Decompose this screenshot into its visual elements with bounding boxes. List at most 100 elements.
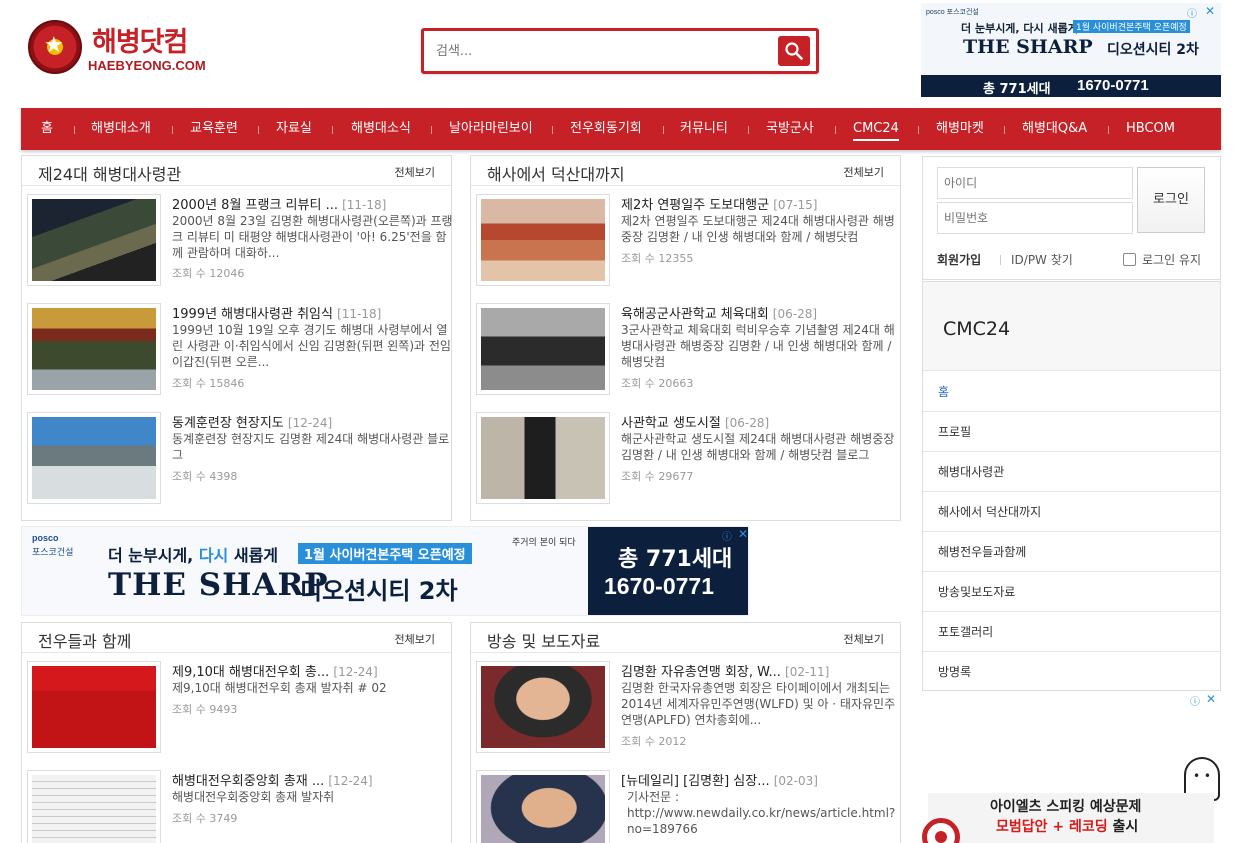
thumbnail[interactable] [27, 412, 161, 504]
side-item-comrades[interactable]: 해병전우들과함께 [923, 532, 1220, 572]
id-input[interactable] [937, 167, 1133, 199]
list-item[interactable]: 해병대전우회중앙회 총재 ... [12-24] 해병대전우회중앙회 총재 발자… [27, 770, 452, 843]
nav-item-community[interactable]: 커뮤니티 [680, 108, 728, 150]
item-title[interactable]: 해병대전우회중앙회 총재 ... [12-24] [172, 770, 373, 789]
item-title[interactable]: 2000년 8월 프랭크 리뷰티 ... [11-18] [172, 194, 386, 213]
ad-brand: THE SHARP [963, 36, 1093, 58]
nav-item-market[interactable]: 해병마켓 [936, 108, 984, 150]
nav-item-home[interactable]: 홈 [41, 108, 53, 150]
list-item[interactable]: 2000년 8월 프랭크 리뷰티 ... [11-18] 2000년 8월 23… [27, 194, 453, 292]
marine-emblem-icon [28, 20, 82, 74]
keep-login-label[interactable]: 로그인 유지 [1142, 251, 1201, 268]
list-item[interactable]: 동계훈련장 현장지도 [12-24] 동계훈련장 현장지도 김명환 제24대 해… [27, 412, 452, 510]
list-item[interactable]: 제2차 연평일주 도보대행군 [07-15] 제2차 연평일주 도보대행군 제2… [476, 194, 901, 292]
item-title[interactable]: 육해공군사관학교 체육대회 [06-28] [621, 303, 817, 322]
thumbnail[interactable] [27, 770, 161, 843]
ad-city: 디오션시티 2차 [1107, 42, 1199, 58]
nav-item-about[interactable]: 해병대소개 [91, 108, 151, 150]
thumbnail[interactable] [476, 412, 610, 504]
mid-banner-ad[interactable]: posco 포스코건설 더 눈부시게, 다시 새롭게 1월 사이버견본주택 오픈… [21, 526, 749, 616]
top-banner-ad[interactable]: posco 포스코건설 더 눈부시게, 다시 새롭게 1월 사이버견본주택 오픈… [921, 3, 1221, 97]
item-views: 조회 수 15846 [172, 377, 245, 390]
item-desc: 3군사관학교 체육대회 럭비우승후 기념촬영 제24대 해병대사령관 해병중장 … [621, 323, 895, 369]
thumbnail[interactable] [476, 770, 610, 843]
side-banner-ad[interactable]: 아이엘츠 스피킹 예상문제 모범답안 + 레코딩 출시 [928, 793, 1214, 843]
ad-info-icon[interactable]: ⓘ [1190, 693, 1200, 708]
item-views: 조회 수 4398 [172, 470, 238, 483]
item-title[interactable]: 1999년 해병대사령관 취임식 [11-18] [172, 303, 381, 322]
list-item[interactable]: 육해공군사관학교 체육대회 [06-28] 3군사관학교 체육대회 럭비우승후 … [476, 303, 901, 401]
ad-info-icon[interactable]: ⓘ [1187, 5, 1197, 20]
item-title[interactable]: 김명환 자유총연맹 회장, W... [02-11] [621, 661, 829, 680]
nav-item-cmc24[interactable]: CMC24 [853, 108, 899, 150]
thumbnail[interactable] [476, 303, 610, 395]
thumbnail[interactable] [476, 661, 610, 753]
panel-commandant: 제24대 해병대사령관 전체보기 2000년 8월 프랭크 리뷰티 ... [1… [21, 155, 453, 521]
find-idpw-link[interactable]: ID/PW 찾기 [1011, 251, 1073, 268]
ad-phone: 1670-0771 [604, 573, 714, 599]
item-title[interactable]: [뉴데일리] [김명환] 심장... [02-03] [621, 770, 818, 789]
search-box [421, 28, 819, 74]
search-button[interactable] [778, 36, 810, 66]
list-item[interactable]: [뉴데일리] [김명환] 심장... [02-03] 기사전문 : http:/… [476, 770, 901, 843]
ad-close-icon[interactable]: ✕ [1205, 4, 1215, 18]
thumbnail[interactable] [27, 194, 161, 286]
list-item[interactable]: 사관학교 생도시절 [06-28] 해군사관학교 생도시절 제24대 해병대사령… [476, 412, 901, 510]
side-item-commandant[interactable]: 해병대사령관 [923, 452, 1220, 492]
item-title[interactable]: 동계훈련장 현장지도 [12-24] [172, 412, 332, 431]
view-all-link[interactable]: 전체보기 [844, 631, 884, 647]
side-item-academy[interactable]: 해사에서 덕산대까지 [923, 492, 1220, 532]
keep-login-checkbox[interactable] [1123, 253, 1136, 266]
view-all-link[interactable]: 전체보기 [395, 164, 435, 180]
ad-advertiser-kr: 포스코건설 [32, 548, 74, 558]
password-input[interactable] [937, 202, 1133, 234]
nav-item-veterans[interactable]: 전우회동기회 [570, 108, 642, 150]
nav-item-defense[interactable]: 국방군사 [766, 108, 814, 150]
ad-units: 총 771세대 [618, 547, 733, 572]
side-item-gallery[interactable]: 포토갤러리 [923, 612, 1220, 652]
panel-title: 제24대 해병대사령관 [38, 165, 182, 184]
nav-item-marineboy[interactable]: 날아라마린보이 [449, 108, 533, 150]
item-desc: 제2차 연평일주 도보대행군 제24대 해병대사령관 해병중장 김명환 / 내 … [621, 214, 895, 244]
site-logo[interactable]: 해병닷컴 HAEBYEONG.COM [28, 20, 208, 78]
search-input[interactable] [436, 40, 766, 62]
nav-item-news[interactable]: 해병대소식 [351, 108, 411, 150]
nav-item-archive[interactable]: 자료실 [276, 108, 312, 150]
ad-info-icon[interactable]: ⓘ [722, 528, 732, 543]
side-item-profile[interactable]: 프로필 [923, 412, 1220, 452]
ad-close-icon[interactable]: ✕ [738, 527, 748, 541]
side-item-guestbook[interactable]: 방명록 [923, 652, 1220, 692]
nav-item-training[interactable]: 교육훈련 [190, 108, 238, 150]
thumbnail[interactable] [27, 661, 161, 753]
item-views: 조회 수 12046 [172, 267, 245, 280]
item-desc: 해군사관학교 생도시절 제24대 해병대사령관 해병중장 김명환 / 내 인생 … [621, 432, 895, 462]
list-item[interactable]: 1999년 해병대사령관 취임식 [11-18] 1999년 10월 19일 오… [27, 303, 452, 401]
item-desc: 제9,10대 해병대전우회 총재 발자취 # 02 [172, 681, 387, 695]
side-item-home[interactable]: 홈 [923, 372, 1220, 412]
list-item[interactable]: 김명환 자유총연맹 회장, W... [02-11] 김명환 한국자유총연맹 회… [476, 661, 901, 759]
ad-close-icon[interactable]: ✕ [1206, 692, 1216, 706]
login-button[interactable]: 로그인 [1137, 167, 1205, 233]
nav-item-qna[interactable]: 해병대Q&A [1022, 108, 1087, 150]
thumbnail[interactable] [27, 303, 161, 395]
list-item[interactable]: 제9,10대 해병대전우회 총... [12-24] 제9,10대 해병대전우회… [27, 661, 452, 759]
panel-academy: 해사에서 덕산대까지 전체보기 제2차 연평일주 도보대행군 [07-15] 제… [470, 155, 901, 521]
thumbnail[interactable] [476, 194, 610, 286]
item-title[interactable]: 제2차 연평일주 도보대행군 [07-15] [621, 194, 817, 213]
item-desc: 김명환 한국자유총연맹 회장은 타이페이에서 개최되는 2014년 세계자유민주… [621, 681, 896, 727]
panel-press: 방송 및 보도자료 전체보기 김명환 자유총연맹 회장, W... [02-11… [470, 622, 901, 843]
nav-item-hbcom[interactable]: HBCOM [1126, 108, 1175, 150]
join-link[interactable]: 회원가입 [937, 251, 981, 268]
item-desc: 1999년 10월 19일 오후 경기도 해병대 사령부에서 열린 사령관 이·… [172, 323, 451, 369]
item-desc: 기사전문 : http://www.newdaily.co.kr/news/ar… [627, 790, 896, 836]
side-item-press[interactable]: 방송및보도자료 [923, 572, 1220, 612]
photo-cadet [481, 417, 605, 499]
view-all-link[interactable]: 전체보기 [844, 164, 884, 180]
ad-units: 총 771세대 [983, 82, 1051, 97]
view-all-link[interactable]: 전체보기 [395, 631, 435, 647]
item-title[interactable]: 제9,10대 해병대전우회 총... [12-24] [172, 661, 378, 680]
ad-headline: 더 눈부시게, 다시 새롭게 [108, 546, 279, 565]
item-title[interactable]: 사관학교 생도시절 [06-28] [621, 412, 769, 431]
ad-subline: 모범답안 + 레코딩 출시 [996, 819, 1139, 835]
item-views: 조회 수 9493 [172, 703, 238, 716]
